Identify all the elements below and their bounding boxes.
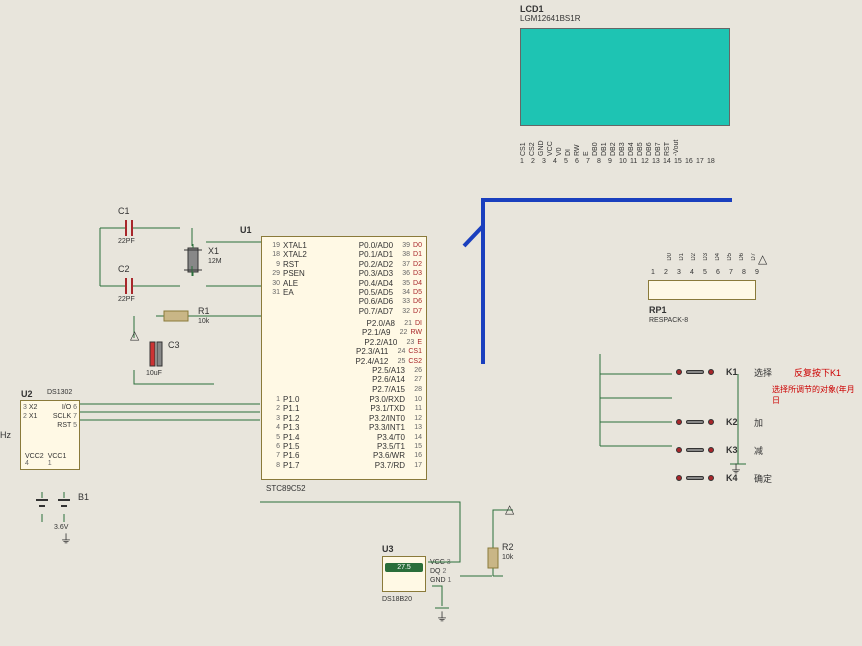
lcd-pin-labels: CS1CS2GNDVCCV0DIRWEDB0DB1DB2DB3DB4DB5DB6… (520, 128, 730, 156)
button-k2[interactable]: K2加 (676, 412, 862, 432)
x1-xtal: X1 12M (180, 244, 206, 278)
button-k4[interactable]: K4确定 (676, 468, 862, 488)
u1-chip: U1 STC89C52 19XTAL118XTAL29RST29PSEN30AL… (261, 236, 427, 480)
gnd-icon: ⏚ (730, 460, 742, 477)
u3-display: 27.5 (385, 563, 423, 572)
u2-ref: U2 (21, 389, 33, 399)
u2-chip: U2 DS1302 I/O 6SCLK 7RST 5 3 X22 X1 VCC2… (20, 400, 80, 470)
c3-cap: C3 10uF (146, 340, 166, 370)
r2-res: R2 10k (486, 540, 500, 578)
u1-ref: U1 (240, 225, 252, 235)
vcc-icon: △ (130, 328, 139, 342)
u2-part: DS1302 (47, 389, 72, 396)
u1-part: STC89C52 (266, 484, 306, 493)
rp1-respack: RP1 RESPACK-8 123456789 D0D1D2D3D4D5D6D7 (648, 280, 756, 300)
c1-cap: C1 22PF (118, 218, 140, 240)
u3-sensor: U3 27.5 VCC 3DQ 2GND 1 DS18B20 (382, 556, 462, 604)
r1-res: R1 10k (156, 310, 196, 324)
gnd-icon: ⏚ (436, 608, 448, 625)
vcc-icon: △ (505, 502, 514, 516)
b1-batt: B1 3.6V (34, 492, 74, 524)
button-k1[interactable]: K1选择反复按下K1 (676, 362, 862, 382)
gnd-icon: ⏚ (60, 530, 72, 547)
button-k3[interactable]: K3减 (676, 440, 862, 460)
vcc-icon: △ (758, 252, 767, 266)
x2-lbl: Hz (0, 430, 11, 440)
buttons-block: K1选择反复按下K1选择所调节的对象(年月日K2加K3减K4确定 (676, 362, 862, 496)
c2-cap: C2 22PF (118, 276, 140, 298)
lcd-screen (520, 28, 730, 126)
lcd-ref: LCD1 (520, 4, 580, 14)
lcd-part: LGM12641BS1R (520, 14, 580, 23)
lcd-pin-nums: 123456789101112131415161718 (520, 158, 730, 165)
